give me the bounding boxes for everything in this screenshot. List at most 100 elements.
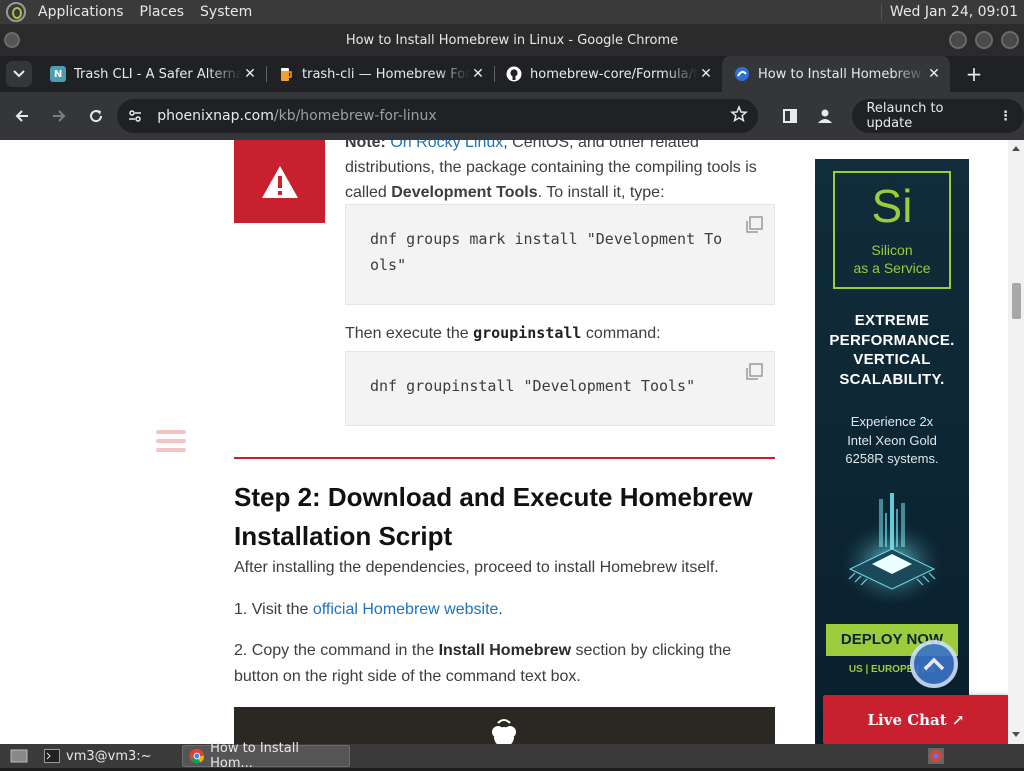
forward-arrow-icon — [52, 110, 66, 122]
reload-icon — [89, 110, 102, 123]
tray-chrome-icon[interactable] — [922, 745, 950, 767]
inline-code: groupinstall — [473, 324, 582, 342]
tab-trash-cli[interactable]: N Trash CLI - A Safer Alternative ✕ — [38, 56, 266, 92]
then-paragraph: Then execute the groupinstall command: — [345, 320, 775, 347]
scroll-down-arrow-icon[interactable] — [1012, 732, 1020, 737]
relaunch-label: Relaunch to update — [866, 101, 944, 131]
forward-button[interactable] — [43, 100, 74, 132]
tab-strip: N Trash CLI - A Safer Alternative ✕ tras… — [0, 56, 1024, 92]
ad-headline-line: PERFORMANCE. — [829, 331, 955, 349]
taskbar-item-label: vm3@vm3:~ — [66, 748, 152, 764]
ad-description: Experience 2x Intel Xeon Gold 6258R syst… — [815, 413, 969, 469]
tab-title: Trash CLI - A Safer Alternative — [74, 66, 242, 82]
scroll-to-top-button[interactable] — [910, 640, 958, 688]
after-paragraph: After installing the dependencies, proce… — [234, 559, 719, 576]
step-1-suffix: . — [498, 601, 503, 618]
chrome-icon — [189, 748, 204, 764]
ad-description-line: Experience 2x — [850, 414, 934, 429]
code-line: dnf groupinstall "Development Tools" — [370, 377, 696, 395]
section-heading: Step 2: Download and Execute Homebrew In… — [234, 482, 753, 551]
top-panel: Applications Places System Wed Jan 24, 0… — [0, 0, 1024, 24]
ad-tagline-line: as a Service — [853, 260, 931, 276]
places-menu[interactable]: Places — [132, 0, 193, 24]
note-bold-2: Development Tools — [391, 184, 538, 201]
ad-logo: Si — [871, 180, 913, 232]
close-tab-icon[interactable]: ✕ — [242, 66, 258, 82]
table-of-contents-icon[interactable] — [156, 430, 186, 454]
reload-button[interactable] — [80, 100, 111, 132]
url-path: /kb/homebrew-for-linux — [273, 108, 437, 124]
ad-headline-line: EXTREME — [854, 312, 930, 329]
ad-description-line: Intel Xeon Gold — [847, 432, 937, 448]
taskbar-item-chrome[interactable]: How to Install Hom... — [181, 741, 350, 771]
ad-headline-line: SCALABILITY. — [839, 370, 945, 388]
ad-description-line: 6258R systems. — [845, 451, 939, 466]
official-homebrew-link[interactable]: official Homebrew website — [313, 601, 499, 618]
taskbar-item-label: How to Install Hom... — [210, 741, 299, 771]
live-chat-button[interactable]: Live Chat ↗ — [823, 695, 1009, 744]
tab-title: homebrew-core/Formula/t — [530, 66, 698, 82]
chevron-up-icon — [923, 657, 945, 671]
then-text-1: Then execute the — [345, 325, 474, 342]
taskbar-item-terminal[interactable]: vm3@vm3:~ — [38, 745, 158, 767]
note-text-2: . To install it, type: — [537, 184, 665, 201]
ad-headline-line: VERTICAL — [853, 351, 931, 368]
browser-toolbar: phoenixnap.com/kb/homebrew-for-linux Rel… — [0, 92, 1024, 140]
relaunch-to-update-button[interactable]: Relaunch to update ⋮ — [852, 99, 1024, 133]
copy-icon[interactable] — [744, 215, 764, 235]
profile-icon[interactable] — [809, 100, 840, 132]
warning-icon — [261, 165, 298, 198]
window-title: How to Install Homebrew in Linux - Googl… — [345, 32, 679, 48]
back-arrow-icon — [15, 110, 28, 122]
address-bar[interactable]: phoenixnap.com/kb/homebrew-for-linux — [117, 99, 759, 133]
tab-title: trash-cli — Homebrew Formulae — [302, 66, 470, 82]
taskbar: vm3@vm3:~ How to Install Hom... — [0, 741, 1024, 771]
tab-search-button[interactable] — [6, 61, 32, 87]
applications-menu[interactable]: Applications — [30, 0, 132, 24]
maximize-icon[interactable] — [975, 31, 993, 49]
scroll-up-arrow-icon[interactable] — [1012, 146, 1020, 151]
system-menu[interactable]: System — [192, 0, 260, 24]
scrollbar-thumb[interactable] — [1012, 283, 1021, 319]
homebrew-mug-icon — [492, 719, 516, 744]
copy-icon[interactable] — [744, 362, 764, 382]
close-tab-icon[interactable]: ✕ — [470, 66, 486, 82]
clock[interactable]: Wed Jan 24, 09:01 — [880, 4, 1024, 20]
close-tab-icon[interactable]: ✕ — [698, 66, 714, 82]
terminal-icon — [44, 749, 60, 763]
new-tab-button[interactable]: + — [960, 60, 988, 88]
close-window-icon[interactable] — [1001, 31, 1019, 49]
note-label: Note: — [345, 140, 386, 151]
note-paragraph: Note: On Rocky Linux, CentOS, and other … — [345, 140, 775, 205]
tab-homebrew-formulae[interactable]: trash-cli — Homebrew Formulae ✕ — [266, 56, 494, 92]
step-1-prefix: 1. Visit the — [234, 601, 313, 618]
then-text-2: command: — [581, 325, 661, 342]
code-line: dnf groups mark install "Development To — [370, 230, 723, 248]
window-menu-icon[interactable] — [4, 32, 20, 48]
tab-homebrew-linux[interactable]: How to Install Homebrew in Linux ✕ — [722, 56, 950, 92]
side-panel-icon[interactable] — [774, 100, 805, 132]
url-host: phoenixnap.com — [157, 108, 274, 124]
code-line: ols" — [370, 256, 407, 274]
ad-logo-box: Si Silicon as a Service — [833, 171, 951, 289]
processor-chip-icon — [837, 493, 947, 604]
window-title-bar[interactable]: How to Install Homebrew in Linux - Googl… — [0, 24, 1024, 56]
chevron-down-icon — [13, 70, 25, 78]
bookmark-star-icon[interactable] — [730, 104, 749, 127]
ad-headline: EXTREME PERFORMANCE. VERTICAL SCALABILIT… — [815, 311, 969, 389]
step-2-prefix: 2. Copy the command in the — [234, 642, 439, 659]
web-page: Note: On Rocky Linux, CentOS, and other … — [0, 140, 1024, 744]
site-info-icon[interactable] — [127, 108, 143, 124]
minimize-icon[interactable] — [949, 31, 967, 49]
code-block-2[interactable]: dnf groupinstall "Development Tools" — [345, 351, 775, 426]
close-tab-icon[interactable]: ✕ — [926, 66, 942, 82]
show-desktop-icon[interactable] — [4, 745, 34, 767]
tab-homebrew-core[interactable]: homebrew-core/Formula/t ✕ — [494, 56, 722, 92]
more-menu-icon: ⋮ — [999, 108, 1013, 124]
page-scrollbar[interactable] — [1008, 140, 1024, 744]
distro-logo-icon[interactable] — [6, 2, 26, 22]
rocky-linux-link[interactable]: On Rocky Linux — [390, 140, 503, 151]
back-button[interactable] — [6, 100, 37, 132]
code-block-1[interactable]: dnf groups mark install "Development To … — [345, 204, 775, 305]
section-divider — [234, 457, 775, 459]
